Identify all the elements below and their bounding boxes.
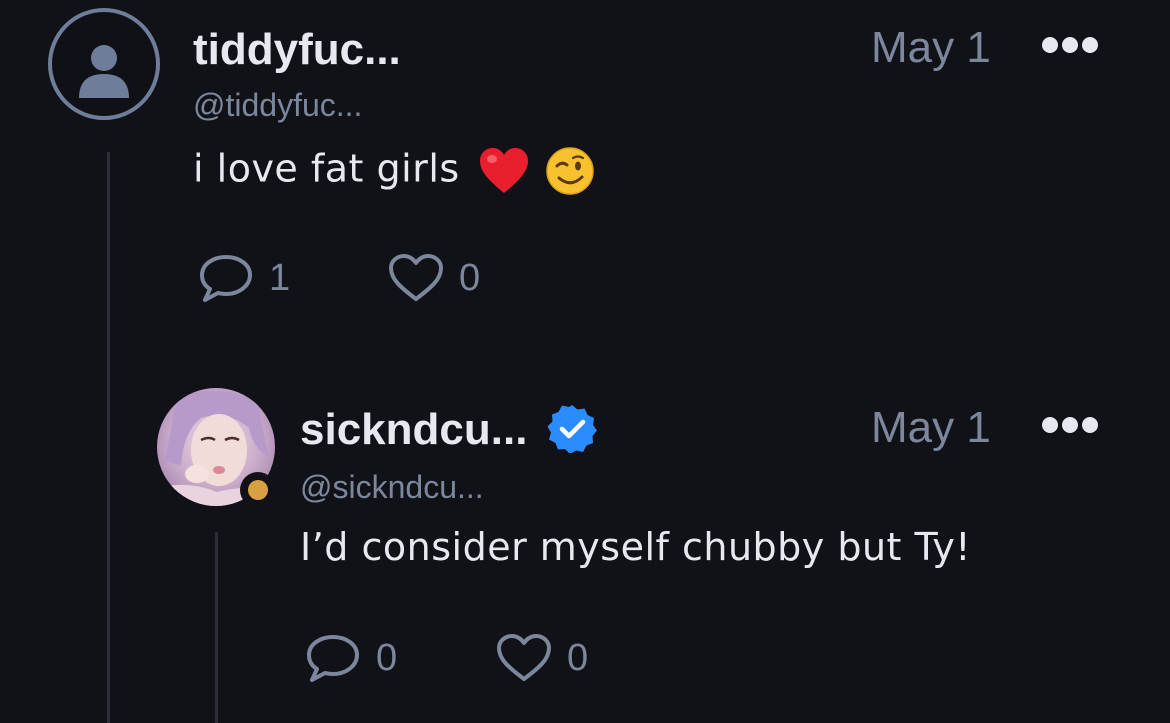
status-indicator — [240, 472, 276, 508]
post-date[interactable]: May 1 — [871, 406, 991, 450]
thread-line — [107, 152, 110, 723]
more-options-button[interactable] — [1042, 35, 1098, 55]
display-name[interactable]: tiddyfuc... — [193, 28, 401, 72]
winking-face-icon — [546, 147, 594, 195]
red-heart-icon — [480, 148, 529, 193]
post-text: i love fat girls — [193, 146, 595, 196]
three-dots-icon — [1042, 37, 1058, 53]
avatar[interactable] — [48, 8, 160, 120]
like-count: 0 — [567, 637, 589, 679]
reply-thread-line — [215, 532, 218, 723]
heart-outline-icon — [497, 634, 551, 681]
thread-view: tiddyfuc... @tiddyfuc... May 1 i love fa… — [0, 0, 1170, 723]
reply-button[interactable]: 0 — [304, 633, 397, 683]
speech-bubble-icon — [200, 255, 252, 302]
like-button[interactable]: 0 — [495, 633, 588, 683]
reply-count: 0 — [376, 637, 398, 679]
handle[interactable]: @sickndcu... — [300, 471, 484, 503]
post-text: I’d consider myself chubby but Ty! — [300, 525, 972, 569]
speech-bubble-icon — [307, 635, 359, 682]
three-dots-icon — [1042, 417, 1058, 433]
like-button[interactable]: 0 — [387, 253, 480, 303]
reply-button[interactable]: 1 — [197, 253, 290, 303]
post-date[interactable]: May 1 — [871, 26, 991, 70]
reply-count: 1 — [269, 257, 291, 299]
verified-check-badge-icon — [547, 405, 597, 453]
handle[interactable]: @tiddyfuc... — [193, 89, 362, 121]
display-name[interactable]: sickndcu... — [300, 408, 527, 452]
heart-outline-icon — [389, 254, 443, 301]
more-options-button[interactable] — [1042, 415, 1098, 435]
default-user-icon — [79, 45, 129, 98]
like-count: 0 — [459, 257, 481, 299]
